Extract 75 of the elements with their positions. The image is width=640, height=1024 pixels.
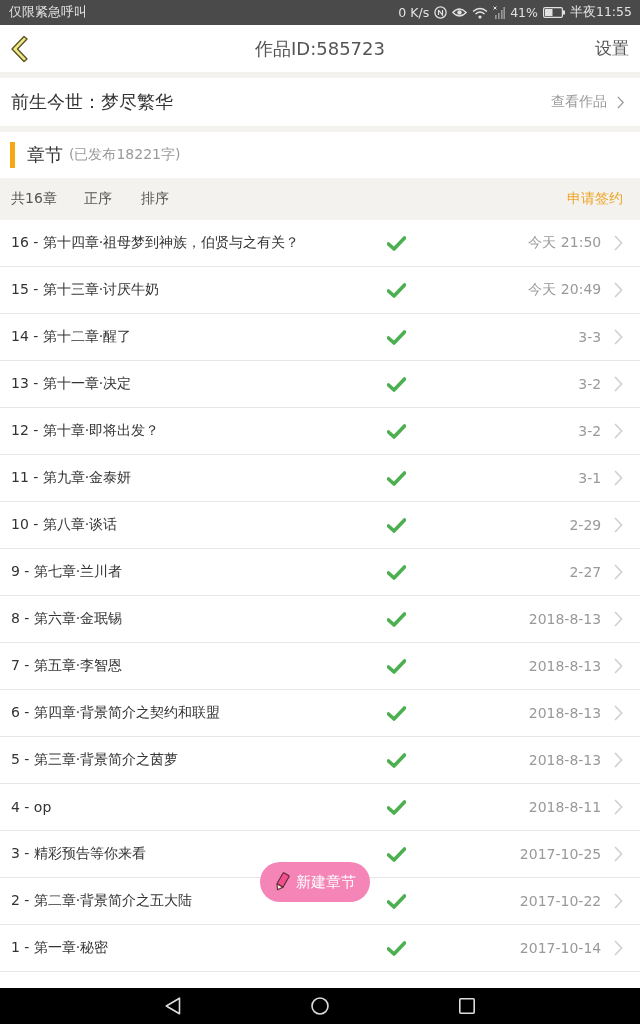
chevron-right-icon: [616, 95, 624, 109]
chevron-right-icon: [614, 517, 623, 533]
eye-icon: [452, 7, 468, 18]
chevron-right-icon: [614, 564, 623, 580]
chapter-date: 2018-8-11: [527, 799, 602, 815]
chapter-title: 13 - 第十一章·决定: [11, 375, 133, 393]
chapter-title: 12 - 第十章·即将出发？: [11, 422, 161, 440]
page-title: 作品ID:585723: [255, 36, 385, 61]
chapter-date: 2018-8-13: [527, 658, 602, 674]
work-title: 前生今世：梦尽繁华: [11, 90, 173, 114]
chapter-date: 今天 21:50: [527, 234, 602, 252]
chapter-date: 2-29: [568, 517, 602, 533]
chevron-right-icon: [614, 470, 623, 486]
recents-nav-button[interactable]: [459, 998, 475, 1014]
word-count-text: (已发布18221字): [69, 146, 181, 164]
sort-button[interactable]: 排序: [140, 190, 169, 208]
chapter-date: 2017-10-14: [518, 940, 602, 956]
chevron-right-icon: [614, 282, 623, 298]
back-nav-button[interactable]: [165, 997, 181, 1015]
chapter-date: 3-1: [577, 470, 602, 486]
chapter-date: 2017-10-22: [518, 893, 602, 909]
order-toggle[interactable]: 正序: [83, 190, 112, 208]
chevron-right-icon: [614, 752, 623, 768]
chevron-right-icon: [614, 423, 623, 439]
chapter-date: 3-2: [577, 376, 602, 392]
chapter-title: 9 - 第七章·兰川者: [11, 563, 124, 581]
back-button[interactable]: [10, 34, 29, 63]
clock-time: 半夜11:55: [569, 4, 632, 21]
chapter-title: 15 - 第十三章·讨厌牛奶: [11, 281, 161, 299]
settings-link[interactable]: 设置: [595, 37, 629, 60]
chapter-title: 2 - 第二章·背景简介之五大陆: [11, 892, 194, 910]
nfc-icon: [434, 6, 448, 19]
chevron-right-icon: [614, 893, 623, 909]
chevron-right-icon: [614, 940, 623, 956]
network-speed: 0 K/s: [398, 5, 430, 20]
chevron-right-icon: [614, 376, 623, 392]
chapter-title: 14 - 第十二章·醒了: [11, 328, 133, 346]
back-triangle-icon: [165, 997, 181, 1015]
chapter-title: 4 - op: [11, 799, 53, 815]
chevron-right-icon: [614, 658, 623, 674]
back-chevron-icon: [10, 34, 29, 63]
chevron-right-icon: [614, 329, 623, 345]
wifi-icon: [472, 6, 489, 19]
chapter-date: 3-2: [577, 423, 602, 439]
chapter-title: 8 - 第六章·金珉锡: [11, 610, 124, 628]
recents-square-icon: [459, 998, 475, 1014]
chapter-date: 2018-8-13: [527, 705, 602, 721]
chapter-date: 3-3: [577, 329, 602, 345]
section-title: 章节: [27, 143, 63, 167]
chevron-right-icon: [614, 799, 623, 815]
chevron-right-icon: [614, 235, 623, 251]
battery-icon: [542, 7, 565, 18]
chapter-date: 2018-8-13: [527, 611, 602, 627]
chapter-title: 10 - 第八章·谈话: [11, 516, 119, 534]
chapter-title: 11 - 第九章·金泰妍: [11, 469, 133, 487]
chapter-date: 2018-8-13: [527, 752, 602, 768]
chapter-date: 2017-10-25: [518, 846, 602, 862]
chevron-right-icon: [614, 611, 623, 627]
chevron-right-icon: [614, 846, 623, 862]
carrier-text: 仅限紧急呼叫: [9, 4, 87, 21]
chapter-title: 16 - 第十四章·祖母梦到神族，伯贤与之有关？: [11, 234, 301, 252]
chevron-right-icon: [614, 705, 623, 721]
chapter-count: 共16章: [11, 190, 57, 208]
chapter-title: 6 - 第四章·背景简介之契约和联盟: [11, 704, 222, 722]
chapter-title: 5 - 第三章·背景简介之茵萝: [11, 751, 180, 769]
chapter-title: 3 - 精彩预告等你来看: [11, 845, 147, 863]
section-accent-bar: [10, 142, 15, 168]
home-circle-icon: [311, 997, 329, 1015]
signal-icon: [493, 6, 506, 19]
battery-percent: 41%: [510, 5, 538, 20]
chapter-date: 2-27: [568, 564, 602, 580]
chapter-title: 7 - 第五章·李智恩: [11, 657, 124, 675]
chapter-date: 今天 20:49: [527, 281, 602, 299]
chapter-title: 1 - 第一章·秘密: [11, 939, 110, 957]
home-nav-button[interactable]: [311, 997, 329, 1015]
